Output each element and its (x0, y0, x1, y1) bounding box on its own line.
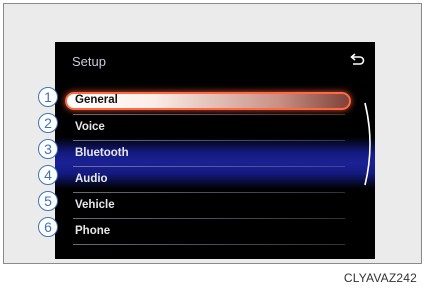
menu-item-label: Phone (75, 225, 111, 237)
figure-caption: CLYAVAZ242 (343, 271, 417, 285)
setup-screen: Setup General Voice Bluetooth Audio Vehi… (55, 42, 375, 259)
callout-1: 1 (38, 87, 58, 107)
menu-item-audio[interactable]: Audio (55, 167, 375, 193)
menu-item-label: Vehicle (75, 199, 115, 211)
callout-2: 2 (38, 113, 58, 133)
menu-item-bluetooth[interactable]: Bluetooth (55, 141, 375, 167)
menu-item-label: Audio (75, 173, 108, 185)
callout-6: 6 (38, 217, 58, 237)
callout-5: 5 (38, 191, 58, 211)
callout-3: 3 (38, 139, 58, 159)
setup-menu: General Voice Bluetooth Audio Vehicle Ph… (55, 89, 375, 245)
menu-item-label: Bluetooth (75, 147, 129, 159)
menu-item-label: General (75, 94, 118, 106)
menu-item-label: Voice (75, 121, 105, 133)
menu-item-phone[interactable]: Phone (55, 219, 375, 245)
menu-divider (73, 244, 345, 245)
callout-4: 4 (38, 165, 58, 185)
back-icon[interactable] (349, 53, 365, 67)
menu-item-voice[interactable]: Voice (55, 115, 375, 141)
menu-item-general[interactable]: General (55, 89, 375, 115)
screen-title: Setup (72, 54, 106, 69)
menu-item-vehicle[interactable]: Vehicle (55, 193, 375, 219)
scroll-indicator[interactable] (361, 102, 375, 186)
figure-frame: Setup General Voice Bluetooth Audio Vehi… (3, 3, 422, 264)
